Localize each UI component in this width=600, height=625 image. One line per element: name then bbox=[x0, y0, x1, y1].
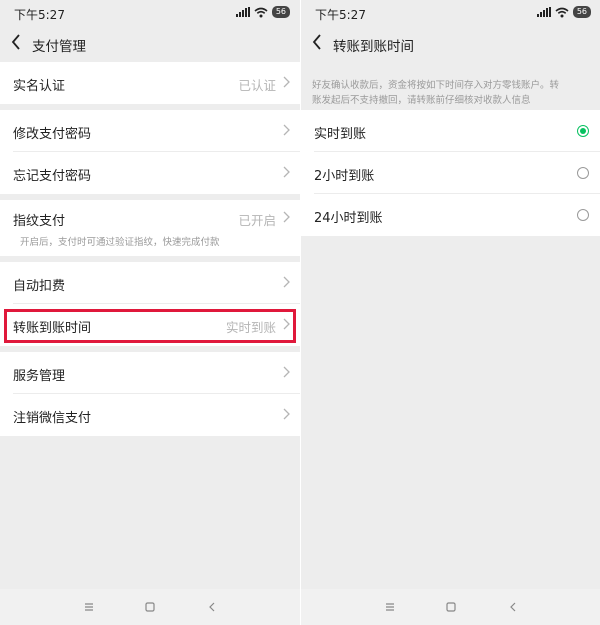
note-line: 账发起后不支持撤回，请转账前仔细核对收款人信息 bbox=[312, 95, 531, 106]
group-service: 服务管理 注销微信支付 bbox=[0, 352, 300, 436]
system-nav-bar bbox=[0, 589, 300, 625]
row-fingerprint-pay[interactable]: 指纹支付 已开启 开启后，支付时可通过验证指纹，快速完成付款 bbox=[0, 200, 300, 256]
status-time: 下午5:27 bbox=[315, 8, 366, 22]
row-description: 开启后，支付时可通过验证指纹，快速完成付款 bbox=[20, 237, 220, 248]
status-time: 下午5:27 bbox=[14, 8, 65, 22]
row-service-management[interactable]: 服务管理 bbox=[0, 352, 300, 394]
payment-management-screen: 下午5:27 56 支付管理 实名认证 已认证 修改支付密码 忘记支付密码 指纹… bbox=[0, 0, 300, 625]
options-group: 实时到账 2小时到账 24小时到账 bbox=[301, 110, 600, 236]
note-line: 好友确认收款后，资金将按如下时间存入对方零钱账户。转 bbox=[312, 80, 560, 91]
status-bar: 下午5:27 56 bbox=[301, 0, 600, 24]
battery-indicator: 56 bbox=[271, 6, 290, 18]
row-forgot-password[interactable]: 忘记支付密码 bbox=[0, 152, 300, 194]
chevron-right-icon bbox=[283, 408, 290, 420]
wifi-icon bbox=[254, 7, 268, 17]
wifi-icon bbox=[555, 7, 569, 17]
option-label: 实时到账 bbox=[314, 127, 367, 142]
chevron-right-icon bbox=[283, 76, 290, 88]
chevron-right-icon bbox=[283, 366, 290, 378]
nav-bar: 转账到账时间 bbox=[301, 26, 600, 60]
nav-bar: 支付管理 bbox=[0, 26, 300, 60]
signal-icon bbox=[235, 7, 250, 17]
highlight-box bbox=[4, 309, 296, 343]
menu-icon[interactable] bbox=[83, 601, 95, 613]
option-realtime[interactable]: 实时到账 bbox=[301, 110, 600, 152]
row-realname-verification[interactable]: 实名认证 已认证 bbox=[0, 62, 300, 104]
chevron-right-icon bbox=[283, 124, 290, 136]
group-fingerprint: 指纹支付 已开启 开启后，支付时可通过验证指纹，快速完成付款 bbox=[0, 200, 300, 256]
signal-icon bbox=[536, 7, 551, 17]
row-value: 已开启 bbox=[238, 213, 276, 228]
option-2-hours[interactable]: 2小时到账 bbox=[301, 152, 600, 194]
transfer-time-screen: 下午5:27 56 转账到账时间 好友确认收款后，资金将按如下时间存入对方零钱账… bbox=[301, 0, 600, 625]
chevron-right-icon bbox=[283, 166, 290, 178]
row-cancel-wechat-pay[interactable]: 注销微信支付 bbox=[0, 394, 300, 436]
row-label: 服务管理 bbox=[13, 369, 66, 384]
radio-icon[interactable] bbox=[577, 167, 589, 179]
nav-back-icon[interactable] bbox=[206, 601, 218, 613]
row-change-password[interactable]: 修改支付密码 bbox=[0, 110, 300, 152]
radio-icon[interactable] bbox=[577, 209, 589, 221]
row-label: 指纹支付 bbox=[13, 214, 66, 229]
chevron-right-icon bbox=[283, 276, 290, 288]
transfer-note: 好友确认收款后，资金将按如下时间存入对方零钱账户。转 账发起后不支持撤回，请转账… bbox=[312, 78, 594, 108]
radio-selected-icon[interactable] bbox=[577, 125, 589, 137]
row-label: 实名认证 bbox=[13, 79, 66, 94]
row-value: 已认证 bbox=[238, 78, 276, 93]
back-arrow-icon[interactable] bbox=[10, 33, 22, 51]
page-title: 支付管理 bbox=[32, 39, 86, 55]
page-title: 转账到账时间 bbox=[333, 39, 414, 55]
row-label: 自动扣费 bbox=[13, 279, 66, 294]
row-auto-deduction[interactable]: 自动扣费 bbox=[0, 262, 300, 304]
group-password: 修改支付密码 忘记支付密码 bbox=[0, 110, 300, 194]
row-label: 忘记支付密码 bbox=[13, 169, 92, 184]
status-bar: 下午5:27 56 bbox=[0, 0, 300, 24]
chevron-right-icon bbox=[283, 211, 290, 223]
menu-icon[interactable] bbox=[384, 601, 396, 613]
group-realname: 实名认证 已认证 bbox=[0, 62, 300, 104]
system-nav-bar bbox=[301, 589, 600, 625]
option-label: 2小时到账 bbox=[314, 169, 375, 184]
option-24-hours[interactable]: 24小时到账 bbox=[301, 194, 600, 236]
row-label: 注销微信支付 bbox=[13, 411, 92, 426]
home-square-icon[interactable] bbox=[144, 601, 156, 613]
battery-indicator: 56 bbox=[572, 6, 591, 18]
row-label: 修改支付密码 bbox=[13, 127, 92, 142]
option-label: 24小时到账 bbox=[314, 211, 383, 226]
back-arrow-icon[interactable] bbox=[311, 33, 323, 51]
home-square-icon[interactable] bbox=[445, 601, 457, 613]
nav-back-icon[interactable] bbox=[507, 601, 519, 613]
